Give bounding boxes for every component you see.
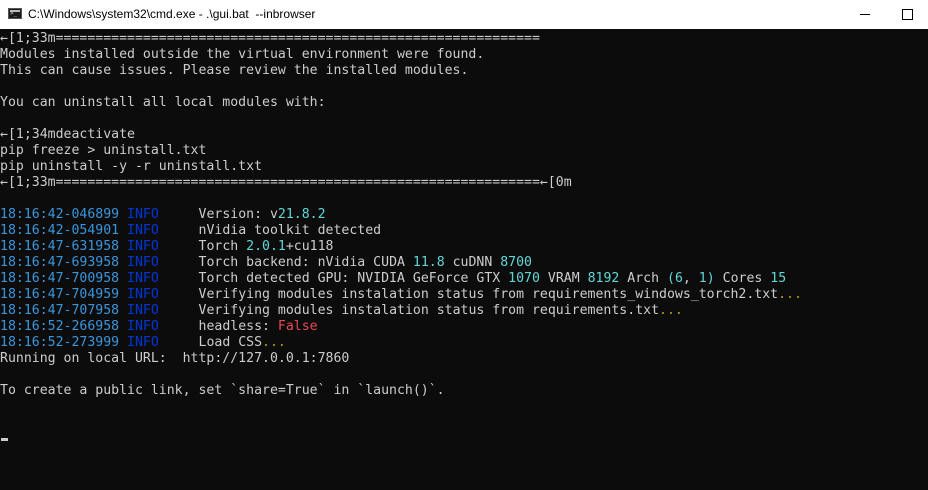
log-message-part: 8700 — [500, 255, 532, 270]
minimize-button[interactable] — [842, 0, 888, 29]
cmd-icon[interactable] — [8, 8, 22, 19]
log-message-part: 2.0.1 — [246, 239, 286, 254]
title-bar[interactable]: C:\Windows\system32\cmd.exe - .\gui.bat … — [0, 0, 928, 29]
log-message-part: nVidia toolkit detected — [198, 223, 382, 238]
log-line: 18:16:47-704959 INFO Verifying modules i… — [0, 287, 802, 303]
maximize-button[interactable] — [884, 0, 928, 29]
log-line: 18:16:42-046899 INFO Version: v21.8.2 — [0, 207, 326, 223]
log-level: INFO — [127, 255, 159, 270]
log-message-part: Cores — [714, 271, 771, 286]
console-line: Modules installed outside the virtual en… — [0, 47, 485, 62]
log-line: 18:16:42-054901 INFO nVidia toolkit dete… — [0, 223, 381, 239]
log-level: INFO — [127, 287, 159, 302]
log-timestamp: 18:16:52-266958 — [0, 319, 120, 334]
log-message: Torch 2.0.1+cu118 — [199, 239, 334, 254]
log-line: 18:16:52-273999 INFO Load CSS... — [0, 335, 286, 351]
log-message-part: cuDNN — [444, 255, 501, 270]
log-message-part: Load CSS — [198, 335, 263, 350]
log-message-part: 1070 — [508, 271, 540, 286]
console-output[interactable]: ←[1;33m=================================… — [0, 29, 928, 490]
log-message-part: headless: — [198, 319, 278, 334]
console-line: pip uninstall -y -r uninstall.txt — [0, 159, 263, 174]
log-message-part: 8192 — [587, 271, 620, 286]
log-message-part: Torch detected GPU: NVIDIA GeForce GTX — [198, 271, 509, 286]
log-timestamp: 18:16:47-700958 — [0, 271, 120, 286]
text-cursor — [1, 438, 8, 441]
log-message-part: 21.8.2 — [277, 207, 326, 222]
log-message-part: +cu118 — [285, 239, 334, 254]
minimize-icon — [860, 14, 870, 15]
log-message: Torch detected GPU: NVIDIA GeForce GTX 1… — [199, 271, 787, 286]
log-message-part: ... — [262, 335, 286, 350]
console-line: ←[1;34mdeactivate — [0, 127, 135, 142]
log-timestamp: 18:16:42-046899 — [0, 207, 120, 222]
log-message: Load CSS... — [199, 335, 286, 350]
log-level: INFO — [127, 239, 159, 254]
log-message-part: ( — [666, 271, 675, 286]
log-message-part: Torch — [198, 239, 247, 254]
local-url-line: Running on local URL: http://127.0.0.1:7… — [0, 351, 350, 366]
log-level: INFO — [127, 335, 159, 350]
log-message-part: 6 — [674, 271, 683, 286]
log-line: 18:16:47-707958 INFO Verifying modules i… — [0, 303, 683, 319]
log-level: INFO — [127, 207, 159, 222]
log-level: INFO — [127, 319, 159, 334]
log-timestamp: 18:16:47-707958 — [0, 303, 120, 318]
log-message-part: VRAM — [539, 271, 588, 286]
log-message: Verifying modules instalation status fro… — [199, 287, 802, 302]
log-level: INFO — [127, 303, 159, 318]
log-line: 18:16:47-631958 INFO Torch 2.0.1+cu118 — [0, 239, 334, 255]
maximize-icon — [901, 9, 913, 20]
log-level: INFO — [127, 271, 159, 286]
log-message-part: 15 — [770, 271, 787, 286]
log-message-part: , — [682, 271, 699, 286]
log-timestamp: 18:16:47-693958 — [0, 255, 120, 270]
log-message-part: False — [277, 319, 318, 334]
public-link-line: To create a public link, set `share=True… — [0, 383, 445, 398]
log-timestamp: 18:16:47-704959 — [0, 287, 120, 302]
log-message-part: Torch backend: nVidia CUDA — [198, 255, 413, 270]
log-message: headless: False — [199, 319, 318, 334]
console-line: ←[1;33m=================================… — [0, 175, 572, 190]
log-message: Torch backend: nVidia CUDA 11.8 cuDNN 87… — [199, 255, 532, 270]
log-message-part: Verifying modules instalation status fro… — [198, 303, 660, 318]
log-level: INFO — [127, 223, 159, 238]
log-line: 18:16:52-266958 INFO headless: False — [0, 319, 318, 335]
log-message-part: Verifying modules instalation status fro… — [198, 287, 779, 302]
log-message: nVidia toolkit detected — [199, 223, 382, 238]
log-message-part: Arch — [619, 271, 667, 286]
console-line: pip freeze > uninstall.txt — [0, 143, 207, 158]
window-title: C:\Windows\system32\cmd.exe - .\gui.bat … — [28, 7, 316, 21]
log-message-part: 1 — [698, 271, 707, 286]
log-message-part: 11.8 — [412, 255, 445, 270]
log-timestamp: 18:16:47-631958 — [0, 239, 120, 254]
log-message: Version: v21.8.2 — [199, 207, 326, 222]
log-timestamp: 18:16:42-054901 — [0, 223, 120, 238]
log-message-part: ) — [706, 271, 715, 286]
log-timestamp: 18:16:52-273999 — [0, 335, 120, 350]
log-line: 18:16:47-700958 INFO Torch detected GPU:… — [0, 271, 786, 287]
console-line: This can cause issues. Please review the… — [0, 63, 469, 78]
console-line: ←[1;33m=================================… — [0, 31, 540, 46]
log-message: Verifying modules instalation status fro… — [199, 303, 683, 318]
log-message-part: ... — [778, 287, 802, 302]
console-line: You can uninstall all local modules with… — [0, 95, 326, 110]
log-line: 18:16:47-693958 INFO Torch backend: nVid… — [0, 255, 532, 271]
log-message-part: Version: v — [198, 207, 278, 222]
log-message-part: ... — [659, 303, 683, 318]
